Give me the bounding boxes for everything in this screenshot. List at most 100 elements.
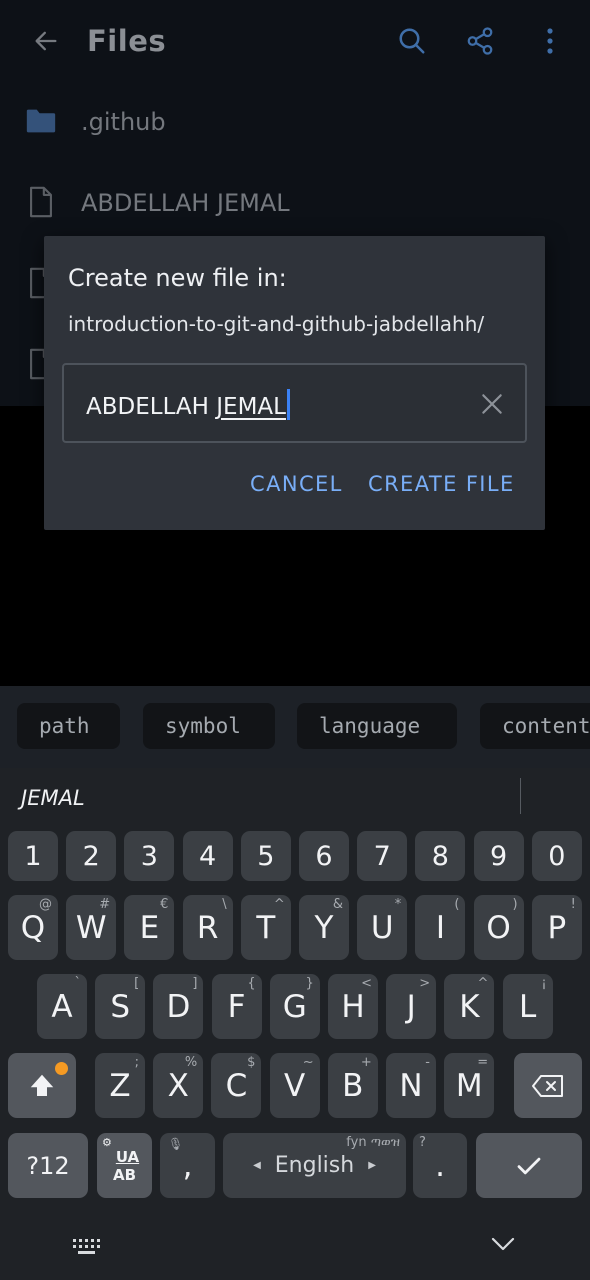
key-p-label: P [547,909,567,946]
period-key[interactable]: ? . [413,1133,467,1198]
number-key-0[interactable]: 0 [531,831,582,881]
key-l[interactable]: L ¡ [502,974,553,1039]
key-a[interactable]: A ` [37,974,87,1039]
number-key-4-label: 4 [199,840,217,872]
language-switch-bottom: AB [112,1165,137,1184]
shift-arrow-icon [30,1074,54,1096]
key-o[interactable]: O) [473,895,524,960]
key-r-label: R [196,909,219,946]
space-label: English [274,1153,355,1178]
number-key-4[interactable]: 4 [182,831,233,881]
search-chip-bar: path symbol language content [0,686,590,768]
chevron-down-icon[interactable] [490,1235,516,1253]
comma-key[interactable]: 🎙 , [160,1133,215,1198]
key-d[interactable]: D] [153,974,204,1039]
more-options-button[interactable] [530,20,570,62]
key-z-label: Z [109,1067,131,1104]
number-key-7[interactable]: 7 [357,831,408,881]
chip-symbol[interactable]: symbol [143,703,275,749]
key-y-alt-label: & [332,897,343,912]
number-key-6-label: 6 [315,840,333,872]
number-key-5[interactable]: 5 [240,831,291,881]
key-z[interactable]: Z; [95,1053,145,1118]
space-key[interactable]: fyn ጣወዝ ◀ English ▶ [223,1133,406,1198]
key-x[interactable]: X% [153,1053,204,1118]
key-e[interactable]: E € [124,895,175,960]
key-c[interactable]: C $ [211,1053,262,1118]
key-k-alt-label: ^ [477,976,489,991]
keyboard-hide-icon[interactable] [73,1237,101,1255]
number-key-9[interactable]: 9 [473,831,524,881]
period-key-label: . [435,1147,445,1184]
key-q[interactable]: Q @ [8,895,58,960]
key-i-label: I [435,909,445,946]
key-c-label: C [225,1067,248,1104]
key-n[interactable]: N- [386,1053,436,1118]
key-t[interactable]: T ^ [240,895,291,960]
number-key-2[interactable]: 2 [66,831,117,881]
key-g[interactable]: G} [269,974,320,1039]
number-key-8[interactable]: 8 [415,831,466,881]
key-u-label: U [370,909,394,946]
text-caret [286,389,290,420]
space-hint: fyn ጣወዝ [346,1135,400,1150]
chip-path[interactable]: path [17,703,120,749]
key-l-alt-label: ¡ [541,976,547,991]
key-v[interactable]: V ~ [269,1053,320,1118]
create-file-button[interactable]: CREATE FILE [368,472,515,496]
key-u[interactable]: U * [357,895,408,960]
key-x-alt-label: % [184,1055,198,1070]
search-button[interactable] [388,20,436,62]
key-j-label: J [406,988,416,1025]
key-s[interactable]: S[ [95,974,146,1039]
shift-key[interactable] [8,1053,76,1118]
key-m[interactable]: M = [444,1053,495,1118]
language-switch-key[interactable]: UA AB ⚙ [97,1133,152,1198]
enter-key[interactable] [476,1133,582,1198]
key-b-label: B [342,1067,364,1104]
key-f[interactable]: F{ [211,974,262,1039]
back-button[interactable] [22,20,70,62]
key-g-label: G [282,988,307,1025]
backspace-key[interactable] [514,1053,582,1118]
share-icon [467,27,493,55]
key-j[interactable]: J > [386,974,437,1039]
chip-content[interactable]: content [480,703,590,749]
key-w[interactable]: W # [66,895,117,960]
symbols-key[interactable]: ?12 [8,1133,88,1198]
key-b[interactable]: B + [327,1053,378,1118]
gear-icon: ⚙ [102,1136,112,1149]
key-h[interactable]: H < [328,974,378,1039]
number-key-1[interactable]: 1 [8,831,58,881]
key-p[interactable]: P! [531,895,582,960]
key-e-alt-label: € [160,897,169,912]
key-k[interactable]: K ^ [444,974,495,1039]
key-r[interactable]: R \ [182,895,233,960]
key-i[interactable]: I( [415,895,466,960]
more-vertical-icon [547,28,553,54]
key-m-label: M [455,1067,483,1104]
key-d-alt-label: ] [192,976,198,991]
number-key-7-label: 7 [373,840,391,872]
key-e-label: E [139,909,160,946]
arrow-left-icon [35,31,57,51]
key-y-label: Y [314,909,334,946]
cancel-button[interactable]: CANCEL [250,472,343,496]
number-key-6[interactable]: 6 [299,831,349,881]
number-key-3[interactable]: 3 [124,831,175,881]
period-hint: ? [419,1135,426,1150]
number-key-9-label: 9 [490,840,508,872]
keyboard-suggestion[interactable]: JEMAL [21,786,85,810]
file-icon [30,186,52,218]
file-name-input[interactable]: ABDELLAH JEMAL [62,363,527,443]
number-key-2-label: 2 [82,840,100,872]
file-list-item[interactable]: ABDELLAH JEMAL [0,163,590,243]
file-list-item[interactable]: .github [0,82,590,162]
microphone-icon: 🎙 [168,1137,184,1151]
dialog-title: Create new file in: [68,264,287,292]
key-y[interactable]: Y & [299,895,349,960]
clear-icon[interactable] [479,391,505,417]
share-button[interactable] [456,20,504,62]
chip-language[interactable]: language [297,703,457,749]
key-q-label: Q [20,909,46,946]
